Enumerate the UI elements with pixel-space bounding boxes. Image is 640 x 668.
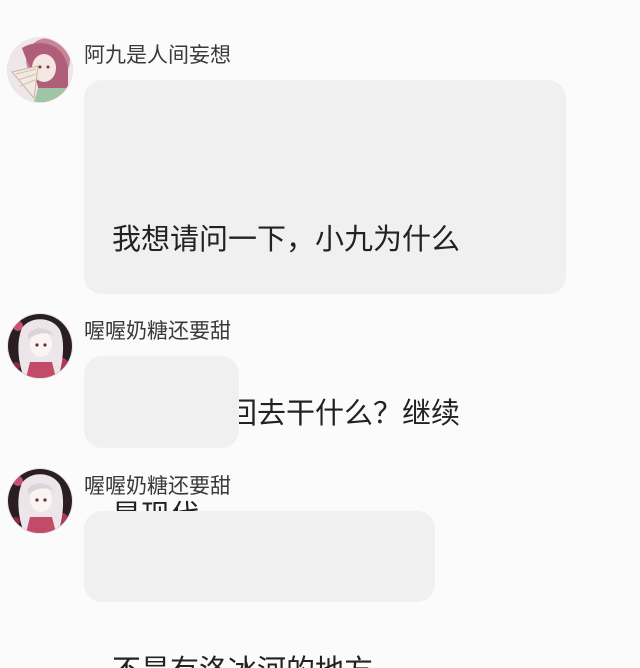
message-text-line: 不是有洛冰河的地方 <box>112 641 407 668</box>
chat-thread: 阿九是人间妄想 我想请问一下，小九为什么 想回去？回去干什么？继续 被洛冰河折磨… <box>0 0 640 668</box>
sender-name[interactable]: 阿九是人间妄想 <box>84 42 231 68</box>
avatar-white-haired-girl-icon[interactable] <box>8 314 72 378</box>
avatar-girl-with-fan-icon[interactable] <box>8 38 72 102</box>
sender-name[interactable]: 喔喔奶糖还要甜 <box>84 318 231 344</box>
avatar-white-haired-girl-icon[interactable] <box>8 469 72 533</box>
sender-name[interactable]: 喔喔奶糖还要甜 <box>84 473 231 499</box>
message-bubble[interactable]: 不是有洛冰河的地方 <box>84 511 435 668</box>
message-bubble[interactable]: 我想请问一下，小九为什么 想回去？回去干什么？继续 被洛冰河折磨吗？ <box>84 80 566 604</box>
message-bubble[interactable]: 是现代 <box>84 356 239 532</box>
message-text-line: 我想请问一下，小九为什么 <box>112 222 461 256</box>
